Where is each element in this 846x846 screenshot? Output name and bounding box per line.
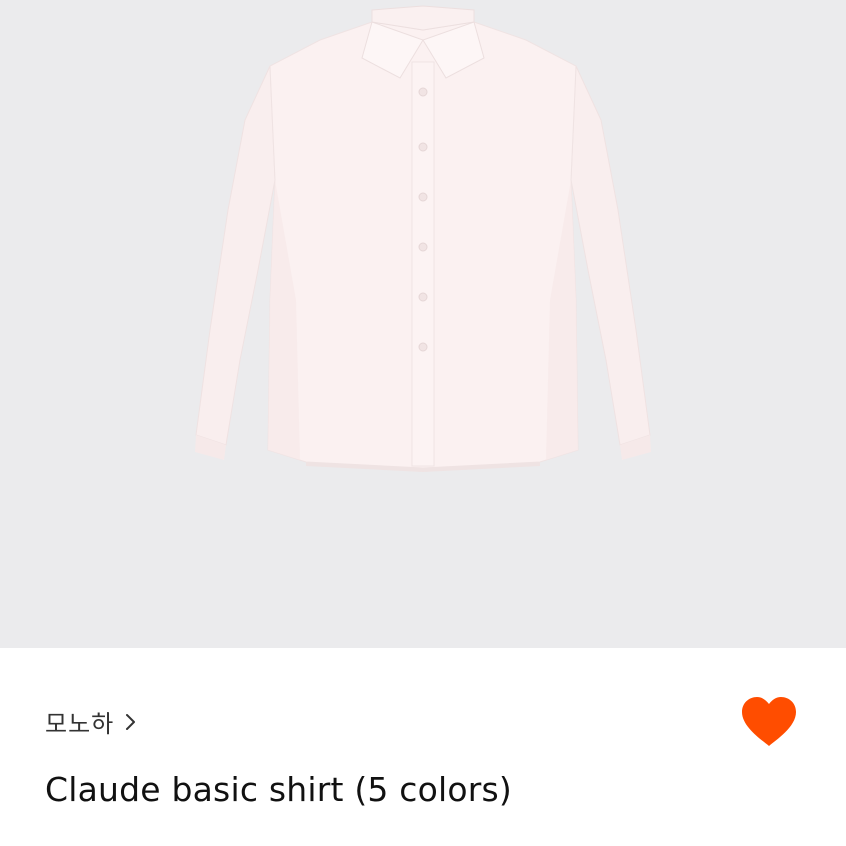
seller-name: 모노하 bbox=[45, 710, 115, 738]
heart-icon bbox=[742, 697, 796, 746]
chevron-right-icon bbox=[126, 713, 136, 730]
product-title: Claude basic shirt (5 colors) bbox=[45, 770, 513, 809]
product-info-panel: 모노하 Claude basic shirt (5 colors) bbox=[0, 648, 846, 846]
favorite-button[interactable] bbox=[738, 694, 800, 750]
product-detail-page: 모노하 Claude basic shirt (5 colors) bbox=[0, 0, 846, 846]
product-image[interactable] bbox=[0, 0, 846, 648]
shirt-image bbox=[195, 5, 651, 472]
seller-link[interactable]: 모노하 bbox=[45, 704, 138, 739]
